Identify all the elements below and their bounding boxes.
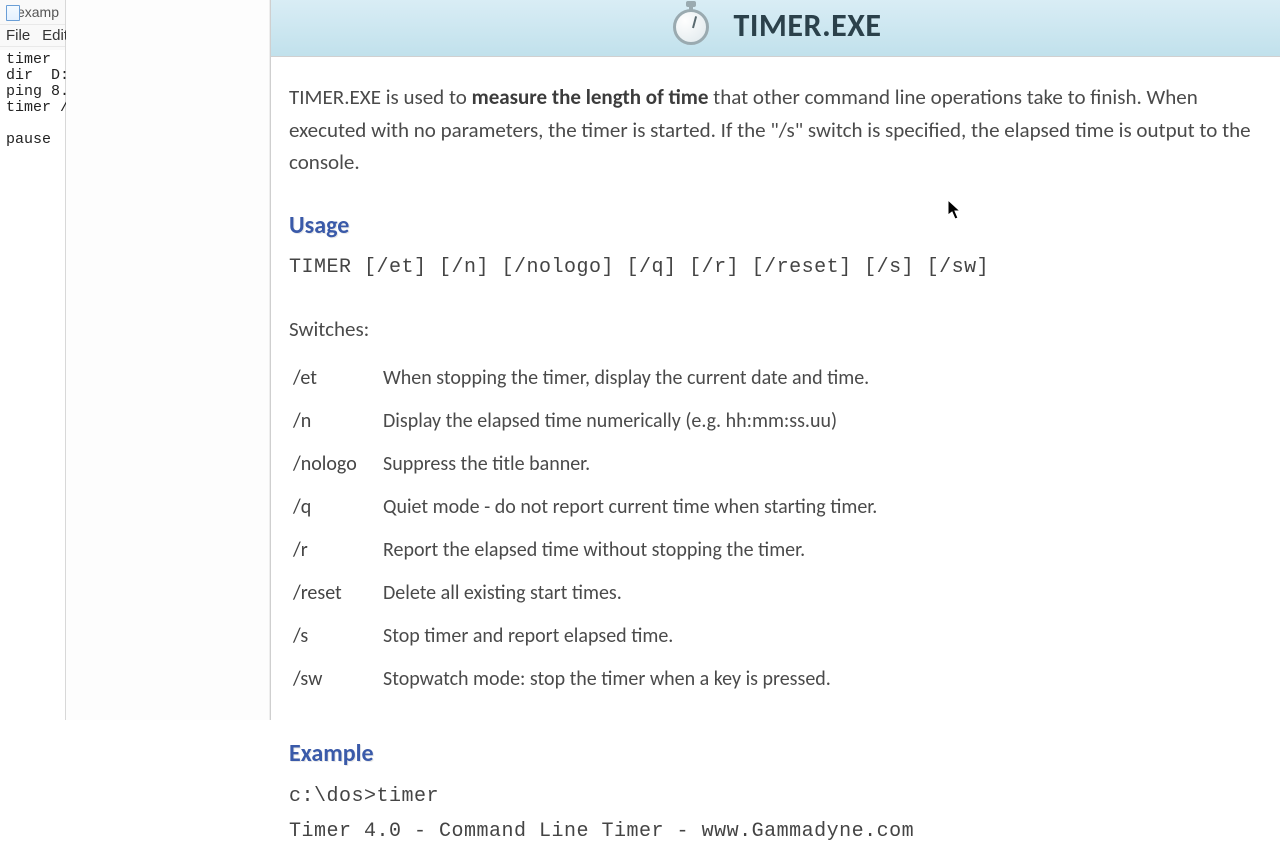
switch-row: /resetDelete all existing start times.	[293, 572, 877, 615]
editor-content[interactable]: timer dir D:\t ping 8.8. timer /s pause	[0, 50, 65, 150]
switch-desc: Stop timer and report elapsed time.	[383, 615, 877, 658]
switch-desc: Quiet mode - do not report current time …	[383, 486, 877, 529]
stopwatch-icon	[669, 0, 713, 43]
example-line-1: Timer 4.0 - Command Line Timer - www.Gam…	[289, 816, 1262, 847]
switch-desc: When stopping the timer, display the cur…	[383, 357, 877, 400]
intro-text: TIMER.EXE is used to measure the length …	[289, 81, 1262, 179]
switch-row: /etWhen stopping the timer, display the …	[293, 357, 877, 400]
intro-strong: measure the length of time	[472, 84, 709, 110]
switch-row: /qQuiet mode - do not report current tim…	[293, 486, 877, 529]
switch-row: /sStop timer and report elapsed time.	[293, 615, 877, 658]
switch-row: /nDisplay the elapsed time numerically (…	[293, 400, 877, 443]
switch-desc: Delete all existing start times.	[383, 572, 877, 615]
example-heading: Example	[289, 735, 1262, 772]
switches-label: Switches:	[289, 313, 1262, 346]
intro-prefix: TIMER.EXE is used to	[289, 84, 472, 110]
editor-tab-label: examp	[17, 4, 59, 20]
editor-tab[interactable]: examp	[0, 0, 65, 25]
usage-heading: Usage	[289, 207, 1262, 244]
switches-table: /etWhen stopping the timer, display the …	[293, 357, 877, 701]
switch-flag: /s	[293, 615, 383, 658]
switch-flag: /r	[293, 529, 383, 572]
usage-syntax: TIMER [/et] [/n] [/nologo] [/q] [/r] [/r…	[289, 252, 1262, 283]
editor-panel: examp File Edit timer dir D:\t ping 8.8.…	[0, 0, 66, 720]
doc-header: TIMER.EXE	[271, 0, 1280, 57]
switch-row: /nologoSuppress the title banner.	[293, 443, 877, 486]
doc-page: TIMER.EXE TIMER.EXE is used to measure t…	[271, 0, 1280, 720]
document-icon	[6, 5, 13, 19]
switch-desc: Stopwatch mode: stop the timer when a ke…	[383, 658, 877, 701]
switch-flag: /q	[293, 486, 383, 529]
switch-flag: /nologo	[293, 443, 383, 486]
editor-header: examp File Edit	[0, 0, 65, 50]
switch-flag: /n	[293, 400, 383, 443]
switch-row: /rReport the elapsed time without stoppi…	[293, 529, 877, 572]
switch-flag: /et	[293, 357, 383, 400]
menu-edit[interactable]: Edit	[42, 27, 68, 44]
example-line-0: c:\dos>timer	[289, 781, 1262, 812]
background-gap	[66, 0, 271, 720]
switch-flag: /sw	[293, 658, 383, 701]
switch-desc: Report the elapsed time without stopping…	[383, 529, 877, 572]
menu-file[interactable]: File	[6, 27, 30, 44]
doc-title: TIMER.EXE	[733, 6, 881, 45]
editor-menubar: File Edit	[0, 25, 65, 47]
switch-row: /swStopwatch mode: stop the timer when a…	[293, 658, 877, 701]
switch-desc: Display the elapsed time numerically (e.…	[383, 400, 877, 443]
switch-desc: Suppress the title banner.	[383, 443, 877, 486]
doc-body: TIMER.EXE is used to measure the length …	[271, 57, 1280, 847]
switch-flag: /reset	[293, 572, 383, 615]
